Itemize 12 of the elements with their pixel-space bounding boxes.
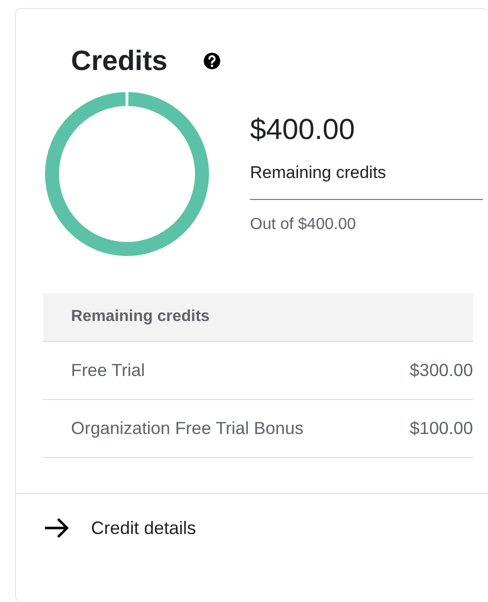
remaining-label: Remaining credits bbox=[250, 163, 483, 200]
table-header: Remaining credits bbox=[43, 293, 473, 342]
card-title: Credits bbox=[71, 45, 168, 77]
remaining-amount: $400.00 bbox=[250, 114, 356, 147]
credit-details-link[interactable]: Credit details bbox=[43, 516, 196, 540]
total-amount: Out of $400.00 bbox=[250, 216, 357, 234]
credit-amount: $300.00 bbox=[335, 342, 473, 400]
credit-name: Free Trial bbox=[43, 342, 335, 400]
help-icon[interactable] bbox=[203, 52, 222, 70]
credit-amount: $100.00 bbox=[335, 400, 473, 458]
credit-name: Organization Free Trial Bonus bbox=[43, 400, 335, 458]
arrow-icon bbox=[43, 516, 71, 540]
